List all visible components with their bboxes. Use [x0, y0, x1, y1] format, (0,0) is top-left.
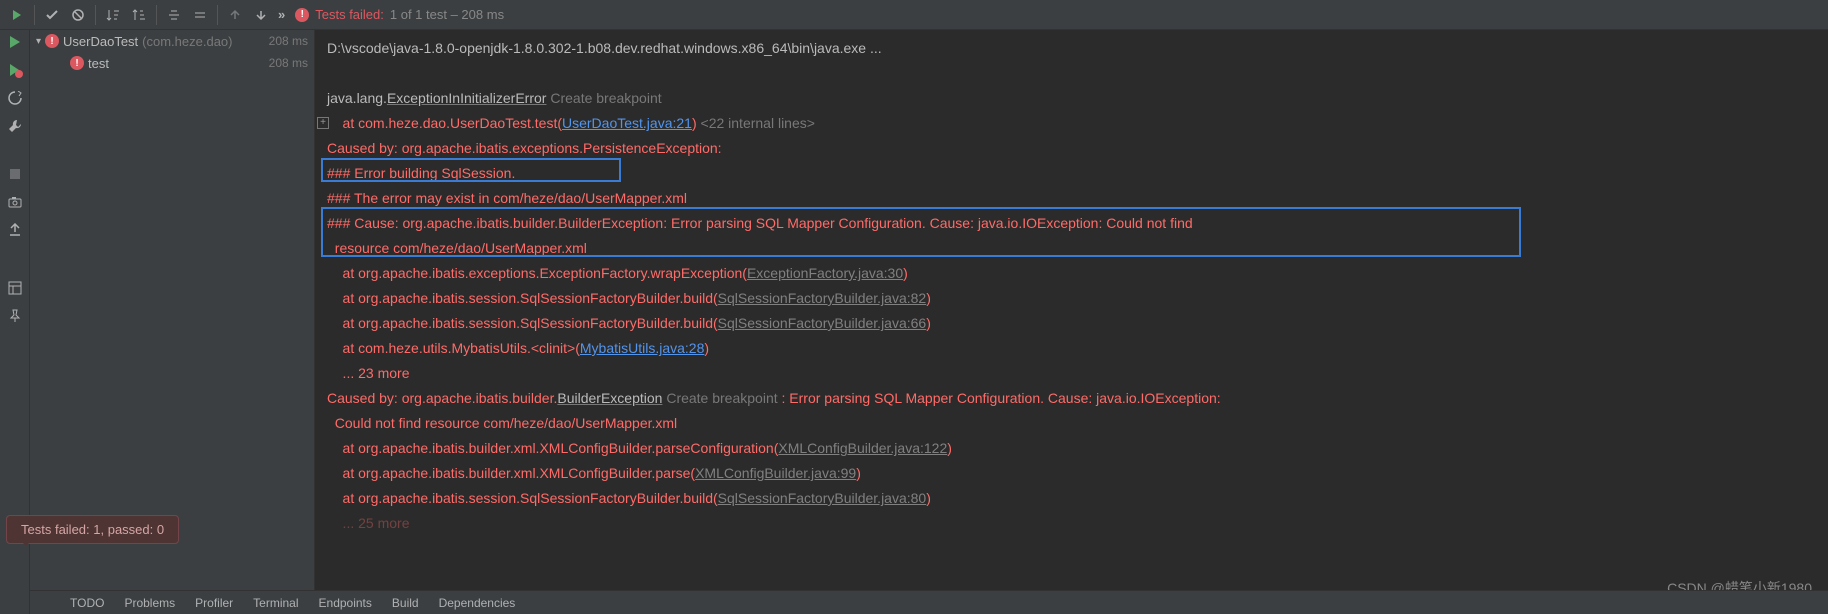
- tab-terminal[interactable]: Terminal: [253, 596, 298, 610]
- tab-build[interactable]: Build: [392, 596, 419, 610]
- err-msg-line: ### The error may exist in com/heze/dao/…: [315, 186, 1820, 211]
- stack-line: at com.heze.utils.MybatisUtils.<clinit>(…: [315, 336, 1820, 361]
- expand-all-icon[interactable]: [162, 3, 186, 27]
- console-output[interactable]: D:\vscode\java-1.8.0-openjdk-1.8.0.302-1…: [315, 30, 1828, 614]
- next-icon[interactable]: [249, 3, 273, 27]
- src-link[interactable]: XMLConfigBuilder.java:122: [778, 440, 947, 456]
- tree-root-row[interactable]: ▾ ! UserDaoTest (com.heze.dao) 208 ms: [30, 30, 314, 52]
- exc-line: java.lang.ExceptionInInitializerError Cr…: [315, 86, 1820, 111]
- stack-line: at org.apache.ibatis.exceptions.Exceptio…: [315, 261, 1820, 286]
- test-method-dur: 208 ms: [269, 56, 308, 70]
- test-class-pkg: (com.heze.dao): [142, 34, 232, 49]
- status-counts: 1 of 1 test – 208 ms: [390, 7, 504, 22]
- src-link[interactable]: XMLConfigBuilder.java:99: [695, 465, 856, 481]
- sort-up-icon[interactable]: [127, 3, 151, 27]
- caused-by-line: Caused by: org.apache.ibatis.exceptions.…: [315, 136, 1820, 161]
- test-class-name: UserDaoTest: [63, 34, 138, 49]
- stack-line: at org.apache.ibatis.session.SqlSessionF…: [315, 311, 1820, 336]
- src-link[interactable]: ExceptionFactory.java:30: [747, 265, 903, 281]
- rerun-button[interactable]: [5, 3, 29, 27]
- status-prefix: Tests failed:: [315, 7, 384, 22]
- camera-icon[interactable]: [7, 194, 23, 210]
- stack-line: at org.apache.ibatis.builder.xml.XMLConf…: [315, 461, 1820, 486]
- stack-line: + at com.heze.dao.UserDaoTest.test(UserD…: [315, 111, 1820, 136]
- pin-icon[interactable]: [7, 308, 23, 324]
- prev-icon[interactable]: [223, 3, 247, 27]
- sort-down-icon[interactable]: [101, 3, 125, 27]
- src-link[interactable]: SqlSessionFactoryBuilder.java:80: [718, 490, 927, 506]
- chevron-down-icon[interactable]: ▾: [36, 36, 41, 47]
- run-icon[interactable]: [7, 34, 23, 50]
- export-icon[interactable]: [7, 222, 23, 238]
- src-link[interactable]: MybatisUtils.java:28: [580, 340, 705, 356]
- test-status-bar: ! Tests failed: 1 of 1 test – 208 ms: [295, 7, 504, 22]
- run-toolbar: » ! Tests failed: 1 of 1 test – 208 ms: [0, 0, 1828, 30]
- check-button[interactable]: [40, 3, 64, 27]
- src-link[interactable]: UserDaoTest.java:21: [562, 115, 692, 131]
- layout-icon[interactable]: [7, 280, 23, 296]
- collapse-all-icon[interactable]: [188, 3, 212, 27]
- stack-line: at org.apache.ibatis.session.SqlSessionF…: [315, 486, 1820, 511]
- toggle-icon[interactable]: [7, 90, 23, 106]
- error-icon: !: [45, 34, 59, 48]
- stop-button[interactable]: [66, 3, 90, 27]
- error-icon: !: [295, 8, 309, 22]
- more-line: ... 23 more: [315, 361, 1820, 386]
- tab-problems[interactable]: Problems: [124, 596, 175, 610]
- stop-square-icon[interactable]: [7, 166, 23, 182]
- caused-by-line: Caused by: org.apache.ibatis.builder.Bui…: [315, 386, 1820, 411]
- err-msg-line: ### Error building SqlSession.: [315, 161, 1820, 186]
- test-method-name: test: [88, 56, 109, 71]
- src-link[interactable]: SqlSessionFactoryBuilder.java:66: [718, 315, 927, 331]
- stack-line: at org.apache.ibatis.builder.xml.XMLConf…: [315, 436, 1820, 461]
- expand-icon[interactable]: +: [317, 117, 329, 129]
- rerun-failed-icon[interactable]: [7, 62, 23, 78]
- tab-profiler[interactable]: Profiler: [195, 596, 233, 610]
- more-line: ... 25 more: [315, 511, 1820, 536]
- cmd-line: D:\vscode\java-1.8.0-openjdk-1.8.0.302-1…: [315, 36, 1820, 61]
- stack-line: at org.apache.ibatis.session.SqlSessionF…: [315, 286, 1820, 311]
- err-msg-line: resource com/heze/dao/UserMapper.xml: [315, 236, 1820, 261]
- notification-balloon[interactable]: Tests failed: 1, passed: 0: [6, 515, 179, 544]
- err-msg-line: ### Cause: org.apache.ibatis.builder.Bui…: [315, 211, 1820, 236]
- error-icon: !: [70, 56, 84, 70]
- tab-todo[interactable]: TODO: [70, 596, 104, 610]
- tree-child-row[interactable]: ! test 208 ms: [30, 52, 314, 74]
- bottom-toolwindow-tabs: TODO Problems Profiler Terminal Endpoint…: [30, 590, 1828, 614]
- src-link[interactable]: SqlSessionFactoryBuilder.java:82: [718, 290, 927, 306]
- test-class-dur: 208 ms: [269, 34, 308, 48]
- err-msg-line: Could not find resource com/heze/dao/Use…: [315, 411, 1820, 436]
- tab-endpoints[interactable]: Endpoints: [319, 596, 372, 610]
- tab-dependencies[interactable]: Dependencies: [439, 596, 516, 610]
- more-icon[interactable]: »: [278, 7, 285, 22]
- wrench-icon[interactable]: [7, 118, 23, 134]
